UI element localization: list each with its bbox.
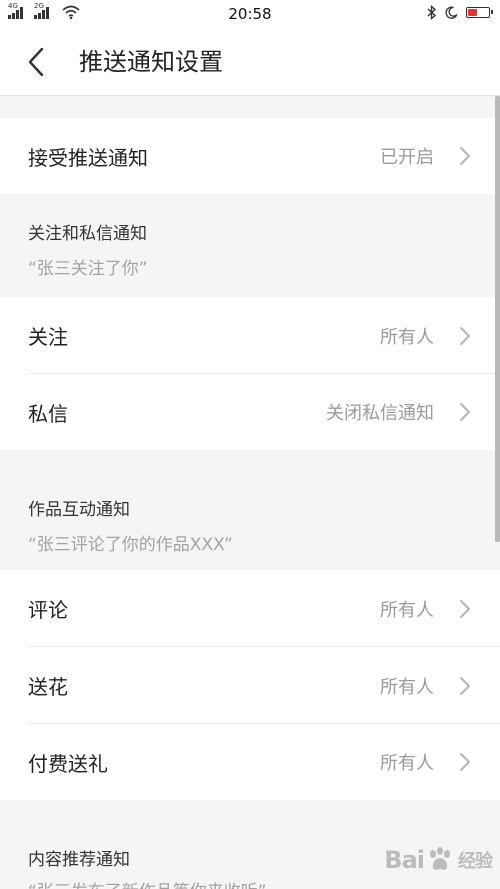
moon-icon	[445, 6, 458, 19]
row-label: 送花	[28, 675, 68, 699]
push-notification-row[interactable]: 接受推送通知 已开启	[0, 118, 500, 194]
page-title: 推送通知设置	[79, 48, 223, 76]
chevron-right-icon	[460, 326, 470, 345]
section-subtitle: “张三发布了新作品等你来收听”	[28, 877, 267, 889]
section-subtitle: “张三关注了你”	[28, 259, 148, 279]
screen: 4G 2G 20:58 推送通知设置 接受推送通知 已开启 关注和私信通知 “张…	[0, 0, 500, 889]
row-value: 已开启	[380, 147, 434, 168]
status-right	[427, 5, 493, 20]
private-message-row[interactable]: 私信 关闭私信通知	[0, 374, 500, 450]
row-label: 关注	[28, 325, 68, 349]
row-value: 所有人	[380, 676, 434, 698]
comment-row[interactable]: 评论 所有人	[0, 570, 500, 647]
row-value: 关闭私信通知	[326, 403, 434, 424]
watermark-text: Bai	[384, 846, 425, 874]
row-value: 所有人	[380, 326, 434, 348]
chevron-right-icon	[460, 753, 470, 771]
scrollbar[interactable]	[495, 96, 500, 542]
chevron-right-icon	[460, 676, 470, 695]
baidu-jingyan-watermark: Bai 经验	[384, 845, 493, 875]
bluetooth-icon	[427, 5, 437, 20]
status-bar: 4G 2G 20:58	[0, 0, 500, 28]
paw-logo-icon	[430, 847, 450, 870]
watermark-text: 经验	[458, 851, 493, 872]
header-bar: 推送通知设置	[0, 28, 500, 96]
status-time: 20:58	[228, 5, 272, 23]
settings-list[interactable]: 接受推送通知 已开启 关注和私信通知 “张三关注了你” 关注 所有人 私信 关闭…	[0, 96, 500, 889]
row-label: 接受推送通知	[28, 145, 148, 170]
chevron-right-icon	[460, 403, 470, 421]
battery-icon	[466, 7, 493, 18]
chevron-right-icon	[460, 599, 470, 618]
row-label: 私信	[28, 401, 68, 426]
chevron-right-icon	[460, 147, 470, 165]
back-button[interactable]	[18, 42, 54, 82]
section-title: 作品互动通知	[28, 500, 130, 520]
row-label: 付费送礼	[28, 751, 108, 776]
section-subtitle: “张三评论了你的作品XXX”	[28, 535, 233, 555]
row-label: 评论	[28, 598, 68, 622]
section-title: 关注和私信通知	[28, 224, 147, 244]
row-value: 所有人	[380, 599, 434, 621]
row-value: 所有人	[380, 753, 434, 774]
chevron-left-icon	[28, 47, 44, 77]
flower-row[interactable]: 送花 所有人	[0, 647, 500, 724]
paid-gift-row[interactable]: 付费送礼 所有人	[0, 724, 500, 800]
follow-row[interactable]: 关注 所有人	[0, 297, 500, 374]
section-title: 内容推荐通知	[28, 850, 130, 870]
